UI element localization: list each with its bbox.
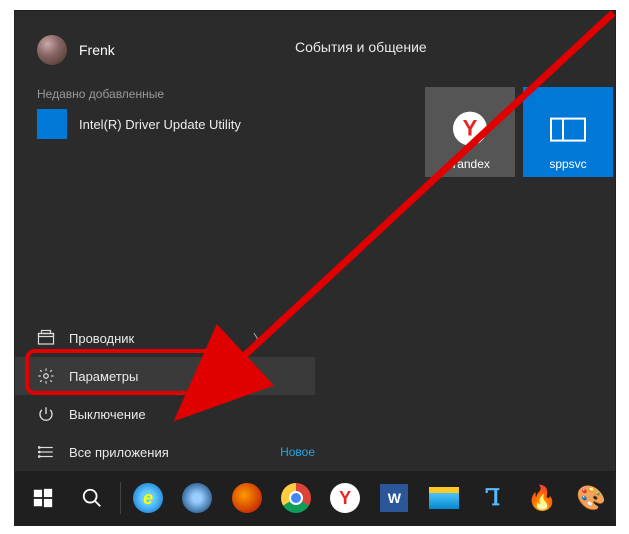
live-tiles: Y Yandex sppsvc xyxy=(425,87,613,177)
menu-item-label: Выключение xyxy=(69,407,146,422)
explorer-menu-item[interactable]: Проводник 〉 xyxy=(15,319,285,357)
tile-label: Yandex xyxy=(450,157,490,171)
word-icon: W xyxy=(380,484,408,512)
tile-label: sppsvc xyxy=(549,157,586,171)
app-icon xyxy=(37,109,67,139)
tiles-section-header: События и общение xyxy=(295,39,427,55)
yandex-icon: Y xyxy=(453,112,487,146)
taskbar-app-ie[interactable]: e xyxy=(124,474,171,522)
taskbar-divider xyxy=(120,482,121,514)
tile-sppsvc[interactable]: sppsvc xyxy=(523,87,613,177)
folder-icon xyxy=(429,487,459,509)
all-apps-icon xyxy=(37,443,55,461)
taskbar-app-paint[interactable]: 🎨 xyxy=(568,474,615,522)
chrome-icon xyxy=(281,483,311,513)
menu-item-label: Проводник xyxy=(69,331,134,346)
palette-icon: 🎨 xyxy=(576,484,606,513)
sppsvc-icon xyxy=(550,118,586,142)
start-menu-bottom-list: Проводник 〉 Параметры Выклю xyxy=(15,319,285,471)
taskbar-app-tool[interactable]: Ꞁ xyxy=(469,474,516,522)
power-icon xyxy=(37,405,55,423)
taskbar-app-yandex[interactable]: Y xyxy=(321,474,368,522)
tool-icon: Ꞁ xyxy=(486,485,501,511)
ie-icon: e xyxy=(133,483,163,513)
chevron-right-icon: 〉 xyxy=(253,330,265,347)
taskbar: e Y W Ꞁ 🔥 🎨 xyxy=(15,471,615,525)
search-button[interactable] xyxy=(68,474,115,522)
taskbar-app-explorer[interactable] xyxy=(420,474,467,522)
user-name: Frenk xyxy=(79,42,115,58)
tile-yandex[interactable]: Y Yandex xyxy=(425,87,515,177)
settings-menu-item[interactable]: Параметры xyxy=(15,357,315,395)
start-menu: Frenk События и общение Недавно добавлен… xyxy=(15,11,615,471)
screenshot-frame: Frenk События и общение Недавно добавлен… xyxy=(14,10,616,526)
flame-icon: 🔥 xyxy=(527,484,557,513)
power-menu-item[interactable]: Выключение xyxy=(15,395,285,433)
taskbar-app-srware[interactable] xyxy=(174,474,221,522)
globe-icon xyxy=(182,483,212,513)
all-apps-menu-item[interactable]: Все приложения Новое xyxy=(15,433,285,471)
taskbar-app-chrome[interactable] xyxy=(272,474,319,522)
menu-item-label: Параметры xyxy=(69,369,138,384)
recently-added-label: Недавно добавленные xyxy=(37,87,164,101)
recent-app-label: Intel(R) Driver Update Utility xyxy=(79,117,241,132)
new-badge: Новое xyxy=(280,445,315,459)
yandex-icon: Y xyxy=(330,483,360,513)
taskbar-app-word[interactable]: W xyxy=(371,474,418,522)
user-account-button[interactable]: Frenk xyxy=(37,35,115,65)
explorer-icon xyxy=(37,329,55,347)
firefox-icon xyxy=(232,483,262,513)
taskbar-app-firefox[interactable] xyxy=(223,474,270,522)
avatar xyxy=(37,35,67,65)
start-button[interactable] xyxy=(19,474,66,522)
menu-item-label: Все приложения xyxy=(69,445,169,460)
recent-app-item[interactable]: Intel(R) Driver Update Utility xyxy=(37,109,241,139)
taskbar-app-burn[interactable]: 🔥 xyxy=(518,474,565,522)
gear-icon xyxy=(37,367,55,385)
